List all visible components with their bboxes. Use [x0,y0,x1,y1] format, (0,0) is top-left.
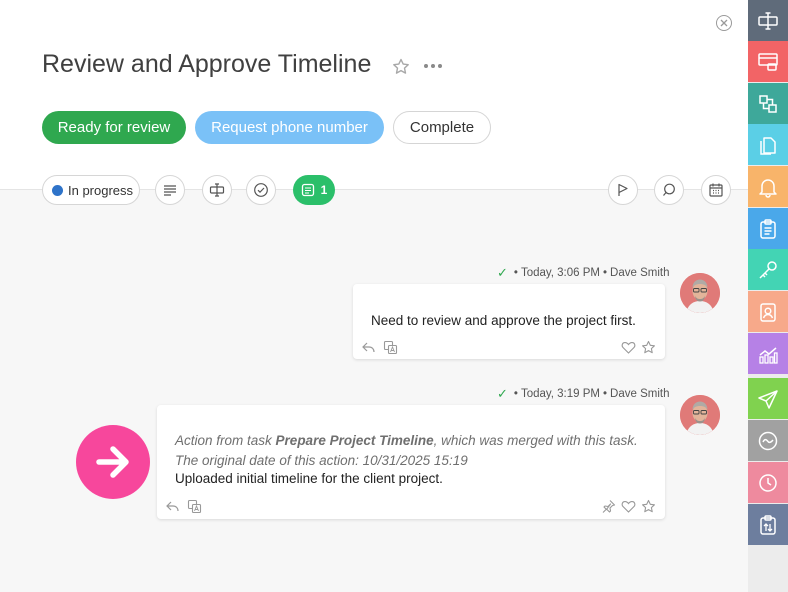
key-icon [759,260,777,279]
sidebar-item-clipboard[interactable] [748,208,788,249]
message-text: Need to review and approve the project f… [371,313,636,328]
window-icon [758,52,778,71]
sidebar-item-send[interactable] [748,378,788,419]
message-text: Uploaded initial timeline for the client… [175,471,443,486]
text-lines-icon [164,185,176,196]
message-time: Today, 3:19 PM [520,388,600,400]
merged-action-note: Action from task Prepare Project Timelin… [175,433,638,448]
sidebar-item-activity[interactable] [748,420,788,461]
calendar-button[interactable] [701,175,731,205]
message-author: Dave Smith [610,388,670,400]
action-task-name: Prepare Project Timeline [275,433,434,448]
close-button[interactable] [716,15,732,31]
translate-icon[interactable] [383,340,398,355]
search-icon [663,183,675,196]
message-meta: ✓ • Today, 3:06 PM • Dave Smith [497,265,670,280]
action-prefix: Action from task [175,433,276,448]
star-icon[interactable] [641,499,656,514]
sidebar-item-reports[interactable] [748,333,788,374]
upload-icon [760,514,776,535]
flag-button[interactable] [608,175,638,205]
page-title: Review and Approve Timeline [42,50,372,78]
action-suffix: , which was merged with this task. [433,433,638,448]
message-time: Today, 3:06 PM [520,267,600,279]
clock-icon [759,473,777,492]
sidebar-item-contacts[interactable] [748,291,788,332]
sidebar-item-custom-fields[interactable] [748,0,788,41]
message-card: Need to review and approve the project f… [353,284,665,359]
chart-icon [759,346,778,364]
reply-icon[interactable] [165,499,180,514]
sidebar-item-export[interactable] [748,504,788,545]
status-label: In progress [68,182,134,198]
ready-for-review-button[interactable]: Ready for review [42,111,186,144]
arrow-right-icon [96,446,129,478]
clipboard-icon [760,218,776,239]
sidebar-item-history[interactable] [748,462,788,503]
text-cursor-icon [758,11,778,30]
right-sidebar [748,0,788,592]
sidebar-item-documents[interactable] [748,124,788,165]
avatar[interactable] [680,395,720,435]
pin-icon[interactable] [601,499,616,514]
favorite-star-icon[interactable] [391,57,411,77]
read-check-icon: ✓ [497,386,508,401]
more-options-icon[interactable] [422,56,444,76]
message-meta: ✓ • Today, 3:19 PM • Dave Smith [497,386,670,401]
description-button[interactable] [155,175,185,205]
message-author: Dave Smith [610,267,670,279]
contact-icon [760,302,776,322]
wave-icon [758,431,778,450]
comment-count: 1 [320,183,328,197]
sidebar-item-keys[interactable] [748,249,788,290]
calendar-icon [709,183,723,197]
sidebar-item-window[interactable] [748,41,788,82]
task-panel: Review and Approve Timeline Ready for re… [0,0,748,592]
message-card: Action from task Prepare Project Timelin… [157,405,665,519]
request-phone-button[interactable]: Request phone number [195,111,384,144]
bell-icon [759,178,777,198]
status-dropdown[interactable]: In progress [42,175,140,205]
heart-icon[interactable] [621,340,636,355]
translate-icon[interactable] [187,499,202,514]
complete-button[interactable]: Complete [393,111,491,144]
comments-tab[interactable]: 1 [293,175,335,205]
read-check-icon: ✓ [497,265,508,280]
reply-icon[interactable] [361,340,376,355]
star-icon[interactable] [641,340,656,355]
comment-icon [301,183,314,197]
avatar[interactable] [680,273,720,313]
sidebar-item-reminders[interactable] [748,166,788,207]
flag-icon [618,183,628,196]
status-dot [52,184,63,196]
text-cursor-icon [209,183,225,197]
search-button[interactable] [654,175,684,205]
custom-field-button[interactable] [202,175,232,205]
heart-icon[interactable] [621,499,636,514]
sidebar-item-layers[interactable] [748,83,788,124]
send-icon [758,389,778,409]
original-date-note: The original date of this action: 10/31/… [175,453,468,468]
checklist-button[interactable] [246,175,276,205]
document-icon [760,136,776,155]
layers-icon [759,94,777,113]
close-icon [720,19,728,27]
arrow-right-fab[interactable] [76,425,150,499]
check-circle-icon [254,183,268,197]
